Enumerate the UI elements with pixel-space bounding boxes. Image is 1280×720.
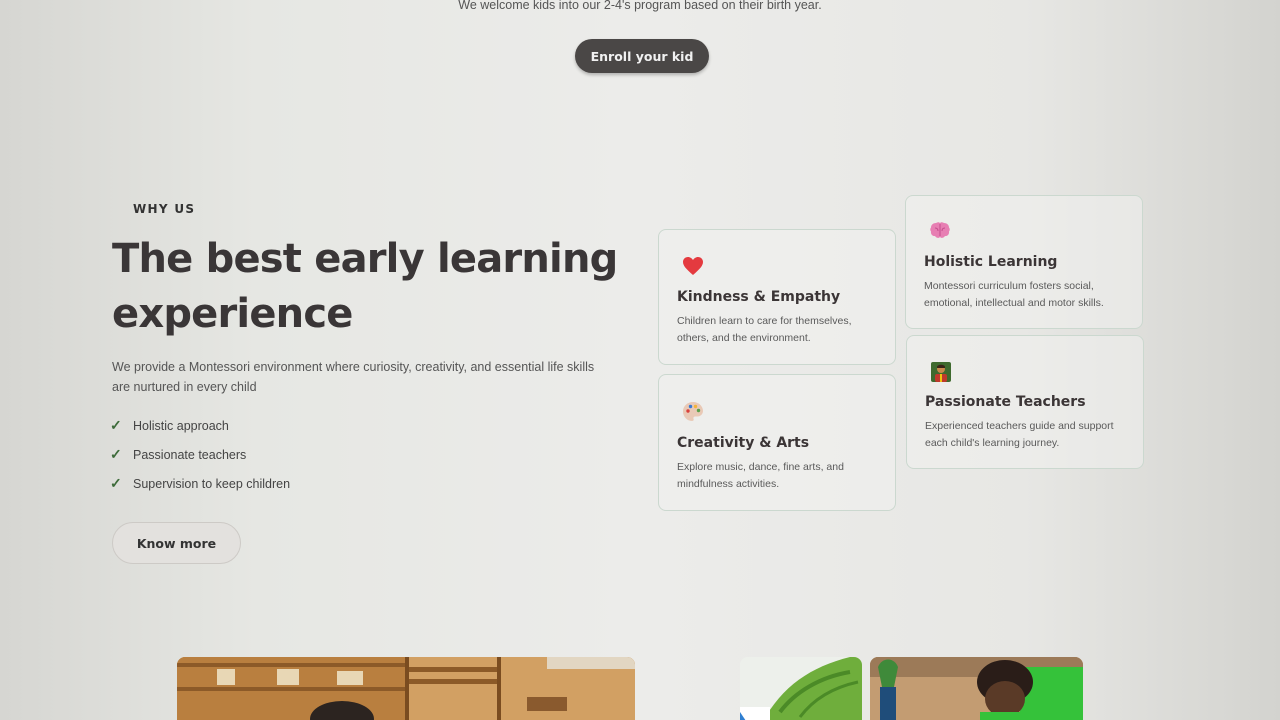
palette-icon bbox=[683, 402, 703, 421]
checkmark-icon: ✓ bbox=[110, 417, 122, 433]
heading-line-2: experience bbox=[112, 291, 353, 337]
feature-desc-line-1: Children learn to care for themselves, bbox=[677, 315, 852, 327]
description-line-1: We provide a Montessori environment wher… bbox=[112, 360, 595, 374]
feature-desc-line-2: mindfulness activities. bbox=[677, 478, 780, 490]
feature-description: Explore music, dance, fine arts, and min… bbox=[677, 459, 881, 493]
section-eyebrow: WHY US bbox=[133, 202, 196, 216]
feature-desc-line-2: emotional, intellectual and motor skills… bbox=[924, 297, 1104, 309]
classroom-shelves-illustration bbox=[177, 657, 635, 720]
program-intro-text: We welcome kids into our 2-4's program b… bbox=[458, 0, 822, 12]
checklist-item-label: Passionate teachers bbox=[133, 447, 247, 462]
brain-icon bbox=[930, 222, 950, 238]
feature-title: Holistic Learning bbox=[924, 254, 1058, 270]
plant-photo bbox=[740, 657, 862, 720]
feature-title: Passionate Teachers bbox=[925, 394, 1086, 410]
teacher-icon bbox=[931, 362, 951, 382]
checkmark-icon: ✓ bbox=[110, 446, 122, 462]
child-learning-photo bbox=[870, 657, 1083, 720]
benefits-checklist: ✓ Holistic approach ✓ Passionate teacher… bbox=[110, 411, 290, 498]
plant-illustration bbox=[740, 657, 862, 720]
description-line-2: are nurtured in every child bbox=[112, 380, 257, 394]
feature-title: Creativity & Arts bbox=[677, 435, 810, 451]
checklist-item: ✓ Passionate teachers bbox=[110, 440, 290, 469]
feature-desc-line-1: Montessori curriculum fosters social, bbox=[924, 280, 1094, 292]
section-heading: The best early learning experience bbox=[112, 232, 632, 342]
feature-description: Children learn to care for themselves, o… bbox=[677, 313, 881, 347]
feature-card-creativity: Creativity & Arts Explore music, dance, … bbox=[658, 374, 896, 511]
know-more-button[interactable]: Know more bbox=[112, 522, 241, 564]
feature-desc-line-2: each child's learning journey. bbox=[925, 437, 1060, 449]
checklist-item-label: Supervision to keep children bbox=[133, 476, 291, 491]
section-description: We provide a Montessori environment wher… bbox=[112, 357, 602, 397]
feature-title: Kindness & Empathy bbox=[677, 289, 841, 305]
heart-icon bbox=[683, 257, 703, 275]
feature-desc-line-1: Experienced teachers guide and support bbox=[925, 420, 1114, 432]
checkmark-icon: ✓ bbox=[110, 475, 122, 491]
photo-gallery bbox=[0, 650, 1280, 720]
feature-card-teachers: Passionate Teachers Experienced teachers… bbox=[906, 335, 1144, 469]
feature-description: Experienced teachers guide and support e… bbox=[925, 418, 1129, 452]
enroll-button[interactable]: Enroll your kid bbox=[575, 39, 709, 73]
feature-desc-line-2: others, and the environment. bbox=[677, 332, 811, 344]
classroom-shelves-photo bbox=[177, 657, 635, 720]
feature-card-kindness: Kindness & Empathy Children learn to car… bbox=[658, 229, 896, 365]
feature-desc-line-1: Explore music, dance, fine arts, and bbox=[677, 461, 844, 473]
child-learning-illustration bbox=[870, 657, 1083, 720]
feature-card-holistic: Holistic Learning Montessori curriculum … bbox=[905, 195, 1143, 329]
checklist-item: ✓ Holistic approach bbox=[110, 411, 290, 440]
heading-line-1: The best early learning bbox=[112, 236, 618, 282]
checklist-item: ✓ Supervision to keep children bbox=[110, 469, 290, 498]
checklist-item-label: Holistic approach bbox=[133, 418, 229, 433]
feature-description: Montessori curriculum fosters social, em… bbox=[924, 278, 1128, 312]
